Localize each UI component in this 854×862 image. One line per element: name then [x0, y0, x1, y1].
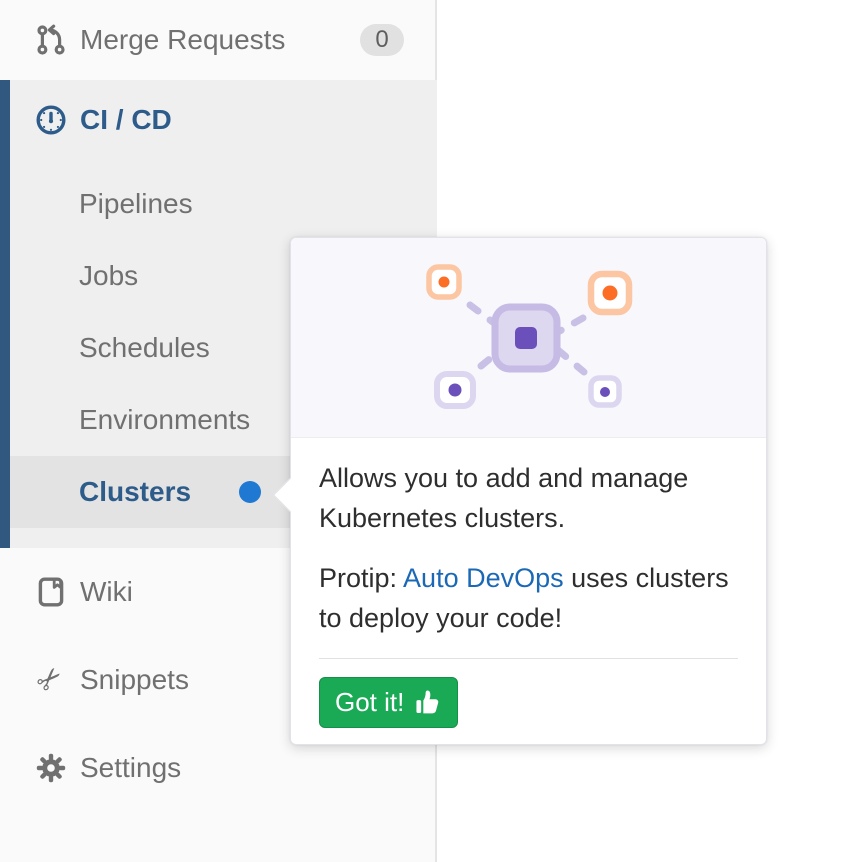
popover-description: Allows you to add and manage Kubernetes … [319, 458, 738, 538]
sidebar-item-ci-cd[interactable]: CI / CD [10, 80, 437, 160]
popover-illustration [291, 238, 766, 438]
gauge-icon [35, 104, 67, 136]
gear-icon [35, 752, 67, 784]
clusters-feature-popover: Allows you to add and manage Kubernetes … [290, 237, 767, 745]
sidebar-item-pipelines[interactable]: Pipelines [10, 168, 437, 240]
scissors-icon: ✂ [35, 664, 67, 696]
popover-protip: Protip: Auto DevOps uses clusters to dep… [319, 558, 738, 638]
sidebar-item-merge-requests[interactable]: Merge Requests 0 [0, 0, 435, 80]
sidebar-item-label: Merge Requests [80, 24, 285, 56]
got-it-button[interactable]: Got it! [319, 677, 458, 728]
merge-request-icon [35, 24, 67, 56]
thumbs-up-icon [413, 688, 442, 717]
sidebar-item-label: Clusters [79, 476, 191, 508]
got-it-button-label: Got it! [335, 687, 404, 718]
sidebar-item-label: Snippets [80, 664, 189, 696]
merge-requests-count-badge: 0 [360, 24, 404, 56]
new-feature-dot [239, 481, 261, 503]
gitlab-project-page: Merge Requests 0 [0, 0, 854, 862]
sidebar-item-label: Environments [79, 404, 250, 436]
sidebar-item-label: Pipelines [79, 188, 193, 220]
sidebar-item-label: CI / CD [80, 104, 172, 136]
sidebar-item-label: Jobs [79, 260, 138, 292]
auto-devops-link[interactable]: Auto DevOps [403, 563, 564, 593]
popover-divider [319, 658, 738, 659]
sidebar-item-label: Wiki [80, 576, 133, 608]
popover-body: Allows you to add and manage Kubernetes … [291, 438, 766, 728]
protip-prefix: Protip: [319, 563, 403, 593]
wiki-book-icon [35, 576, 67, 608]
cluster-diagram-illustration [291, 238, 766, 438]
sidebar-item-label: Settings [80, 752, 181, 784]
sidebar-item-label: Schedules [79, 332, 210, 364]
